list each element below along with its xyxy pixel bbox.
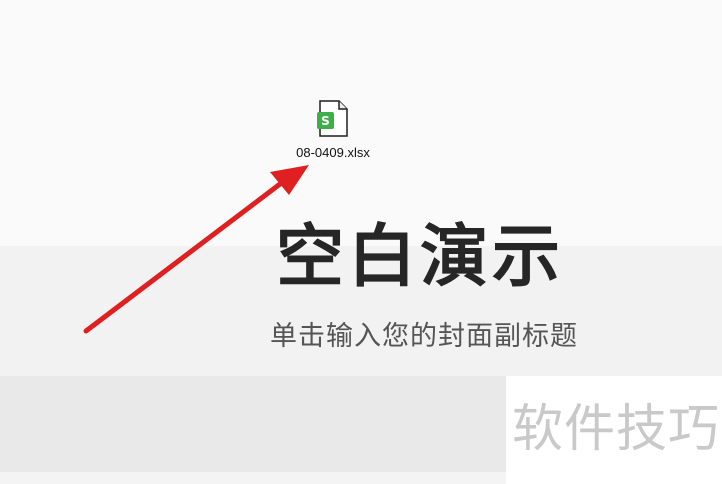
spreadsheet-icon-letter: S: [321, 114, 330, 128]
desktop-area: [0, 0, 722, 246]
slide-subtitle[interactable]: 单击输入您的封面副标题: [200, 320, 648, 354]
file-name-label[interactable]: 08-0409.xlsx: [276, 145, 390, 161]
watermark-text: 软件技巧: [512, 400, 721, 459]
slide-title[interactable]: 空白演示: [200, 218, 640, 298]
spreadsheet-file-icon[interactable]: S: [315, 100, 351, 138]
